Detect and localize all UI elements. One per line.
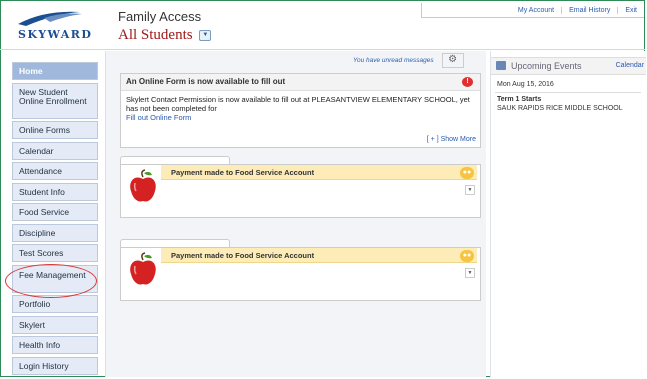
apple-icon — [130, 252, 156, 285]
expand-icon[interactable]: ▼ — [465, 185, 475, 195]
sidebar: Home New Student Online Enrollment Onlin… — [12, 62, 98, 377]
calendar-icon — [496, 61, 506, 70]
sidebar-item-test-scores[interactable]: Test Scores — [12, 244, 98, 262]
sidebar-item-discipline[interactable]: Discipline — [12, 223, 98, 242]
skyward-logo[interactable]: SKYWARD — [14, 8, 91, 46]
event-school: SAUK RAPIDS RICE MIDDLE SCHOOL — [497, 105, 623, 112]
event-title[interactable]: Term 1 Starts — [497, 96, 541, 103]
events-title: Upcoming Events — [511, 61, 582, 71]
sidebar-item-health-info[interactable]: Health Info — [12, 336, 98, 354]
sidebar-item-food-service[interactable]: Food Service — [12, 203, 98, 221]
online-form-heading: An Online Form is now available to fill … — [121, 74, 480, 91]
food-service-card: Payment made to Food Service Account ●● … — [120, 164, 481, 218]
main-content: You have unread messages ⚙ An Online For… — [105, 51, 486, 377]
gear-icon[interactable]: ⚙ — [441, 52, 464, 68]
sidebar-item-login-history[interactable]: Login History — [12, 356, 98, 375]
unread-messages-link[interactable]: You have unread messages — [353, 57, 434, 64]
online-form-panel: An Online Form is now available to fill … — [120, 73, 481, 148]
sidebar-item-student-info[interactable]: Student Info — [12, 182, 98, 201]
card-title: Payment made to Food Service Account — [161, 248, 477, 263]
fill-out-form-link[interactable]: Fill out Online Form — [126, 113, 475, 122]
sidebar-item-skylert[interactable]: Skylert — [12, 315, 98, 334]
food-service-card: Payment made to Food Service Account ●● … — [120, 247, 481, 301]
my-account-link[interactable]: My Account — [511, 7, 561, 14]
student-selector[interactable]: All Students ▼ — [118, 27, 212, 44]
card-title: Payment made to Food Service Account — [161, 165, 477, 180]
upcoming-events-panel: Upcoming Events Calendar Mon Aug 15, 201… — [490, 51, 646, 377]
email-history-link[interactable]: Email History — [561, 6, 617, 14]
expand-icon[interactable]: ▼ — [465, 268, 475, 278]
alert-icon: ! — [462, 77, 473, 87]
exit-link[interactable]: Exit — [617, 6, 644, 14]
event-date: Mon Aug 15, 2016 — [497, 81, 554, 88]
logo-text: SKYWARD — [18, 28, 93, 41]
sidebar-item-new-student-online-enrollment[interactable]: New Student Online Enrollment — [12, 82, 98, 119]
top-links: My Account Email History Exit — [421, 3, 644, 18]
dropdown-icon[interactable]: ▼ — [199, 30, 212, 42]
sidebar-item-home[interactable]: Home — [12, 62, 98, 80]
message-bar: You have unread messages ⚙ — [353, 52, 489, 68]
comment-icon[interactable]: ●● — [460, 250, 474, 262]
sidebar-item-attendance[interactable]: Attendance — [12, 162, 98, 180]
events-header: Upcoming Events Calendar — [491, 57, 646, 75]
apple-icon — [130, 169, 156, 202]
calendar-link[interactable]: Calendar — [616, 58, 644, 74]
online-form-message: Skylert Contact Permission is now availa… — [126, 95, 470, 113]
online-form-heading-text: An Online Form is now available to fill … — [126, 77, 286, 86]
sidebar-item-online-forms[interactable]: Online Forms — [12, 121, 98, 139]
header-divider — [0, 49, 645, 50]
student-selector-label: All Students — [118, 27, 193, 43]
fee-management-highlight — [5, 264, 97, 298]
comment-icon[interactable]: ●● — [460, 167, 474, 179]
show-more-link[interactable]: [ + ] Show More — [427, 136, 476, 143]
event-divider — [495, 92, 641, 93]
sidebar-item-calendar[interactable]: Calendar — [12, 141, 98, 160]
online-form-body: Skylert Contact Permission is now availa… — [121, 91, 480, 126]
app-title: Family Access — [118, 9, 202, 24]
